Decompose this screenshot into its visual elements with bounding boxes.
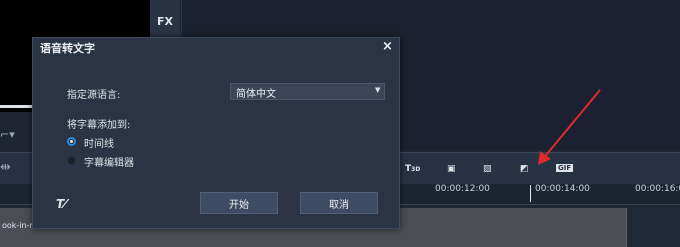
radio-subtitle-editor[interactable] <box>67 156 76 165</box>
split-screen-icon[interactable]: ◩ <box>520 164 529 174</box>
cancel-button-label[interactable]: 取消 <box>300 196 378 211</box>
radio-timeline-label[interactable]: 时间线 <box>84 135 114 150</box>
chevron-down-icon[interactable]: ▼ <box>375 86 380 94</box>
fx-label: FX <box>157 15 173 28</box>
fit-width-icon[interactable]: ⇹ <box>0 160 11 175</box>
mask-icon[interactable]: ▣ <box>447 164 456 174</box>
timeline-tick: 00:00:12:00 <box>435 184 490 194</box>
source-language-label: 指定源语言: <box>67 90 121 101</box>
text-tool-icon: T⁄ <box>56 197 67 211</box>
timeline-tick: 00:00:14:00 <box>535 184 590 194</box>
start-button-label[interactable]: 开始 <box>200 196 278 211</box>
radio-subtitle-editor-label[interactable]: 字幕编辑器 <box>84 154 134 169</box>
annotation-arrow <box>538 89 601 165</box>
source-language-value: 简体中文 <box>236 89 276 100</box>
image-icon[interactable]: ▨ <box>483 164 492 174</box>
playhead[interactable] <box>530 185 531 202</box>
title-3d-icon[interactable]: T3D <box>405 164 420 174</box>
dialog-title: 语音转文字 <box>40 42 95 55</box>
radio-selected-dot <box>70 140 73 143</box>
timeline-tick: 00:00:16:00 <box>635 184 680 194</box>
add-subtitle-to-label: 将字幕添加到: <box>67 120 131 131</box>
close-icon[interactable]: × <box>382 39 393 54</box>
crop-tool-icon[interactable]: ⌐▾ <box>0 128 15 141</box>
